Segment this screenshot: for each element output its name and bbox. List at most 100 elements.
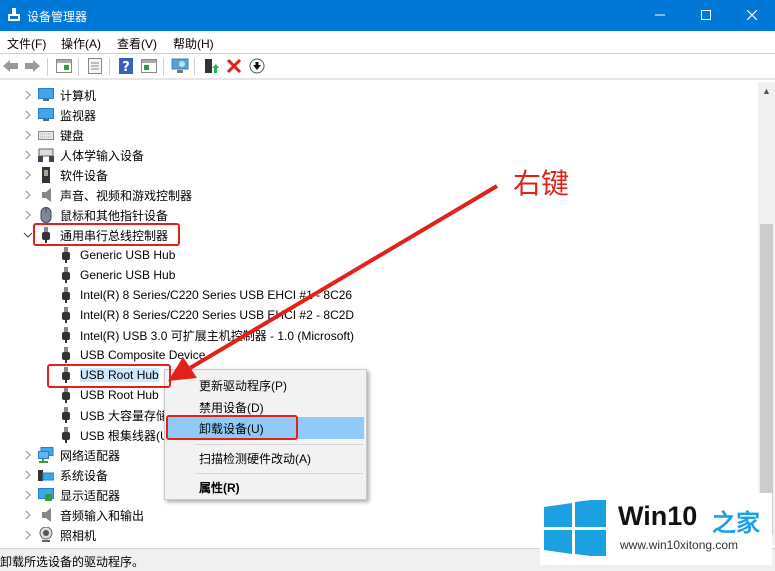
device-tree: 计算机 监视器 键盘 人体学输入设备 软件设备 声音、视频和游戏控制器 鼠标和其他指针设备通… <box>0 82 758 545</box>
tree-item-label: Intel(R) 8 Series/C220 Series USB EHCI #… <box>80 308 355 322</box>
toolbar: ? <box>0 54 775 80</box>
scan-hardware-icon <box>171 58 189 77</box>
chevron-up-icon: ▲ <box>762 85 771 96</box>
tree-item-category[interactable]: 声音、视频和游戏控制器 <box>22 185 192 205</box>
vertical-scrollbar[interactable]: ▲ <box>758 82 775 545</box>
forward-button[interactable] <box>23 58 41 76</box>
menu-item-properties[interactable]: 属性(R) <box>167 476 364 498</box>
disable-device-icon <box>249 58 265 77</box>
device-manager-app-icon <box>6 7 22 23</box>
tree-item-usb-device[interactable]: Generic USB Hub <box>58 265 175 285</box>
chevron-right-icon[interactable] <box>22 205 34 225</box>
annotation-box-usb-root-hub <box>47 364 171 388</box>
close-icon <box>746 9 758 23</box>
help-button[interactable]: ? <box>117 57 135 76</box>
annotation-box-uninstall <box>166 415 298 440</box>
properties-icon <box>88 57 102 77</box>
tree-item-category[interactable]: 照相机 <box>22 525 96 545</box>
tree-item-label: Generic USB Hub <box>80 248 176 262</box>
software-device-icon <box>38 167 54 183</box>
camera-icon <box>38 527 54 543</box>
toolbar-separator <box>194 58 195 76</box>
uninstall-button[interactable] <box>225 58 243 76</box>
annotation-right-click-label: 右键 <box>513 167 570 200</box>
chevron-right-icon[interactable] <box>22 165 34 185</box>
forward-arrow-icon <box>24 59 40 76</box>
uninstall-icon <box>226 58 242 76</box>
menu-item-update-driver[interactable]: 更新驱动程序(P) <box>167 374 364 396</box>
scrollbar-thumb[interactable] <box>760 224 773 534</box>
tree-item-category[interactable]: 系统设备 <box>22 465 108 485</box>
tree-item-category[interactable]: 鼠标和其他指针设备 <box>22 205 168 225</box>
tree-item-label: USB Root Hub <box>80 388 159 402</box>
back-button[interactable] <box>2 58 20 76</box>
toolbar-separator <box>109 58 110 76</box>
menu-view[interactable]: 查看(V) <box>117 35 157 52</box>
hid-icon <box>38 147 54 163</box>
tree-item-label: USB Composite Device <box>80 348 206 362</box>
chevron-right-icon[interactable] <box>22 125 34 145</box>
tree-item-category[interactable]: 人体学输入设备 <box>22 145 144 165</box>
back-arrow-icon <box>3 59 19 76</box>
annotation-box-usb-controllers <box>33 223 180 246</box>
chevron-right-icon[interactable] <box>22 485 34 505</box>
menu-help[interactable]: 帮助(H) <box>173 35 214 52</box>
svg-text:?: ? <box>122 60 130 74</box>
menu-item-scan-hardware[interactable]: 扫描检测硬件改动(A) <box>167 447 364 469</box>
tree-item-usb-device[interactable]: Intel(R) USB 3.0 可扩展主机控制器 - 1.0 (Microso… <box>58 325 354 345</box>
scan-hardware-button[interactable] <box>171 58 189 76</box>
tree-item-label: 人体学输入设备 <box>60 148 145 163</box>
chevron-right-icon[interactable] <box>22 185 34 205</box>
menu-action[interactable]: 操作(A) <box>61 35 101 52</box>
watermark-brand-cn: 之家 <box>712 510 760 537</box>
usb-icon <box>58 287 74 303</box>
update-driver-icon <box>203 58 219 77</box>
tree-item-category[interactable]: 网络适配器 <box>22 445 120 465</box>
close-button[interactable] <box>729 0 775 31</box>
maximize-button[interactable] <box>683 0 729 31</box>
menu-file[interactable]: 文件(F) <box>7 35 46 52</box>
chevron-right-icon[interactable] <box>22 465 34 485</box>
chevron-right-icon[interactable] <box>22 145 34 165</box>
tree-item-label: 照相机 <box>60 528 97 543</box>
properties-button[interactable] <box>86 57 104 77</box>
tree-item-usb-device[interactable]: Intel(R) 8 Series/C220 Series USB EHCI #… <box>58 305 354 325</box>
chevron-right-icon[interactable] <box>22 445 34 465</box>
tree-item-category[interactable]: 监视器 <box>22 105 96 125</box>
usb-icon <box>58 427 74 443</box>
scroll-up-button[interactable]: ▲ <box>758 82 775 99</box>
show-action-pane-icon <box>141 58 157 76</box>
show-hide-console-tree-icon <box>56 58 72 76</box>
disable-device-button[interactable] <box>248 58 266 76</box>
chevron-right-icon[interactable] <box>22 85 34 105</box>
menu-separator <box>195 444 363 445</box>
chevron-right-icon[interactable] <box>22 105 34 125</box>
network-adapter-icon <box>38 447 54 463</box>
mouse-icon <box>38 207 54 223</box>
chevron-right-icon[interactable] <box>22 505 34 525</box>
tree-item-label: 显示适配器 <box>60 488 121 503</box>
tree-item-category[interactable]: 计算机 <box>22 85 96 105</box>
update-driver-button[interactable] <box>202 58 220 76</box>
tree-item-usb-device[interactable]: Intel(R) 8 Series/C220 Series USB EHCI #… <box>58 285 352 305</box>
show-action-pane-button[interactable] <box>140 58 158 76</box>
minimize-icon <box>655 9 665 23</box>
monitor-icon <box>38 107 54 123</box>
tree-item-usb-device[interactable]: USB Root Hub <box>58 385 159 405</box>
tree-item-usb-device[interactable]: Generic USB Hub <box>58 245 175 265</box>
usb-icon <box>58 247 74 263</box>
tree-item-category[interactable]: 显示适配器 <box>22 485 120 505</box>
maximize-icon <box>701 9 711 23</box>
tree-item-category[interactable]: 音频输入和输出 <box>22 505 144 525</box>
chevron-right-icon[interactable] <box>22 525 34 545</box>
speaker-icon <box>38 187 54 203</box>
tree-item-usb-device[interactable]: USB Composite Device <box>58 345 205 365</box>
menu-bar: 文件(F) 操作(A) 查看(V) 帮助(H) <box>0 31 775 54</box>
tree-item-label: 网络适配器 <box>60 448 121 463</box>
minimize-button[interactable] <box>637 0 683 31</box>
tree-item-category[interactable]: 键盘 <box>22 125 84 145</box>
computer-icon <box>38 87 54 103</box>
show-hide-console-tree-button[interactable] <box>55 58 73 76</box>
tree-item-label: 键盘 <box>60 128 85 143</box>
tree-item-category[interactable]: 软件设备 <box>22 165 108 185</box>
